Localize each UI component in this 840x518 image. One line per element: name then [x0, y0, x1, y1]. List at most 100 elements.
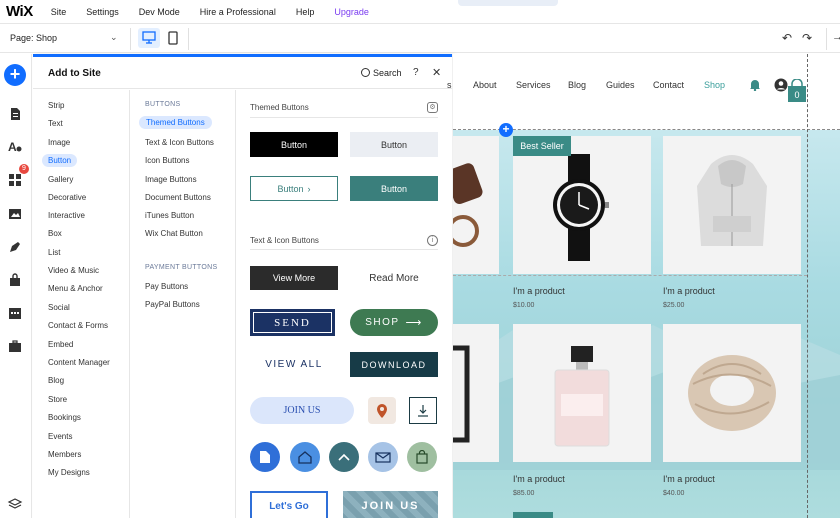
nav-about[interactable]: About — [473, 80, 497, 90]
product-name[interactable]: I'm a product — [513, 286, 565, 296]
add-section-button[interactable]: + — [499, 123, 513, 137]
nav-contact[interactable]: Contact — [653, 80, 684, 90]
menu-upgrade[interactable]: Upgrade — [334, 7, 369, 17]
arrow-right-icon[interactable]: → — [832, 31, 840, 43]
themed-button-black[interactable]: Button — [250, 132, 338, 157]
home-round-button[interactable] — [290, 442, 320, 472]
panel-search-button[interactable]: Search — [361, 67, 402, 78]
wix-logo[interactable]: WiX — [6, 3, 33, 20]
lets-go-button[interactable]: Let's Go — [250, 491, 328, 518]
pages-icon[interactable] — [7, 106, 23, 122]
category-image[interactable]: Image — [48, 138, 70, 147]
themed-button-teal[interactable]: Button — [350, 176, 438, 201]
subcategory-icon-buttons[interactable]: Icon Buttons — [145, 156, 189, 165]
shop-button[interactable]: SHOP ⟶ — [350, 309, 438, 336]
redo-icon[interactable]: ↷ — [802, 31, 812, 45]
product-name[interactable]: I'm a product — [663, 474, 715, 484]
product-name[interactable]: I'm a product — [663, 286, 715, 296]
menu-hire-professional[interactable]: Hire a Professional — [200, 7, 276, 17]
subcategory-document-buttons[interactable]: Document Buttons — [145, 193, 211, 202]
product-card-watch[interactable] — [513, 136, 651, 274]
category-list[interactable]: List — [48, 248, 60, 257]
category-embed[interactable]: Embed — [48, 340, 73, 349]
category-events[interactable]: Events — [48, 432, 72, 441]
info-icon[interactable]: i — [427, 235, 438, 246]
add-elements-button[interactable]: + — [4, 64, 26, 86]
bell-icon[interactable] — [749, 78, 761, 93]
subcategory-themed-buttons[interactable]: Themed Buttons — [139, 116, 212, 129]
account-avatar-icon[interactable] — [774, 78, 788, 94]
menu-dev-mode[interactable]: Dev Mode — [139, 7, 180, 17]
menu-settings[interactable]: Settings — [86, 7, 119, 17]
category-text[interactable]: Text — [48, 119, 63, 128]
product-card-perfume[interactable] — [513, 324, 651, 462]
send-button[interactable]: SEND — [250, 309, 335, 336]
category-bookings[interactable]: Bookings — [48, 413, 81, 422]
category-store[interactable]: Store — [48, 395, 67, 404]
product-card-hoodie[interactable] — [663, 136, 801, 274]
nav-guides[interactable]: Guides — [606, 80, 635, 90]
apps-icon[interactable] — [7, 172, 23, 188]
media-icon[interactable] — [7, 206, 23, 222]
menu-site[interactable]: Site — [51, 7, 67, 17]
menu-help[interactable]: Help — [296, 7, 315, 17]
page-selector[interactable]: Page: Shop ⌄ — [10, 32, 118, 43]
product-card-partial-1[interactable] — [445, 136, 499, 274]
product-name[interactable]: I'm a product — [513, 474, 565, 484]
read-more-button[interactable]: Read More — [350, 266, 438, 290]
download-button[interactable]: DOWNLOAD — [350, 352, 438, 377]
close-icon[interactable]: ✕ — [432, 66, 441, 79]
nav-services[interactable]: Services — [516, 80, 551, 90]
category-social[interactable]: Social — [48, 303, 70, 312]
bag-round-button[interactable] — [407, 442, 437, 472]
category-blog[interactable]: Blog — [48, 376, 64, 385]
product-price: $10.00 — [513, 302, 535, 309]
nav-shop[interactable]: Shop — [704, 80, 725, 90]
blog-pen-icon[interactable] — [7, 239, 23, 255]
subcategory-itunes-button[interactable]: iTunes Button — [145, 211, 194, 220]
category-content-manager[interactable]: Content Manager — [48, 358, 110, 367]
chevron-up-round-button[interactable] — [329, 442, 359, 472]
subcategory-text-icon-buttons[interactable]: Text & Icon Buttons — [145, 138, 214, 147]
download-icon-button[interactable] — [409, 397, 437, 424]
subcategory-pay-buttons[interactable]: Pay Buttons — [145, 282, 188, 291]
subcategory-wix-chat-button[interactable]: Wix Chat Button — [145, 229, 203, 238]
category-box[interactable]: Box — [48, 229, 62, 238]
subcategory-image-buttons[interactable]: Image Buttons — [145, 175, 197, 184]
undo-icon[interactable]: ↶ — [782, 31, 792, 45]
category-strip[interactable]: Strip — [48, 101, 64, 110]
nav-blog[interactable]: Blog — [568, 80, 586, 90]
category-contact-forms[interactable]: Contact & Forms — [48, 321, 108, 330]
document-round-button[interactable] — [250, 442, 280, 472]
help-icon[interactable]: ? — [413, 67, 419, 78]
cart-button[interactable]: 0 — [787, 78, 807, 103]
best-seller-badge: Best Seller — [513, 136, 571, 156]
themed-button-outline-arrow[interactable]: Button › — [250, 176, 338, 201]
bookings-calendar-icon[interactable] — [7, 305, 23, 321]
subcategory-paypal-buttons[interactable]: PayPal Buttons — [145, 300, 200, 309]
mail-round-button[interactable] — [368, 442, 398, 472]
theme-settings-icon[interactable]: ⚙ — [427, 102, 438, 113]
view-all-button[interactable]: VIEW ALL — [250, 352, 338, 377]
mobile-view-button[interactable] — [166, 28, 180, 48]
join-us-image-button[interactable]: JOIN US — [343, 491, 438, 518]
location-pin-button[interactable] — [368, 397, 396, 424]
category-gallery[interactable]: Gallery — [48, 175, 73, 184]
design-icon[interactable]: A — [7, 138, 23, 154]
category-video-music[interactable]: Video & Music — [48, 266, 99, 275]
store-bag-icon[interactable] — [7, 272, 23, 288]
category-my-designs[interactable]: My Designs — [48, 468, 90, 477]
join-us-pill-button[interactable]: JOIN US — [250, 397, 354, 424]
category-menu-anchor[interactable]: Menu & Anchor — [48, 284, 103, 293]
layers-icon[interactable] — [7, 496, 23, 512]
category-members[interactable]: Members — [48, 450, 81, 459]
business-briefcase-icon[interactable] — [7, 338, 23, 354]
category-button[interactable]: Button — [42, 154, 78, 167]
desktop-view-button[interactable] — [138, 28, 160, 48]
themed-button-light[interactable]: Button — [350, 132, 438, 157]
category-decorative[interactable]: Decorative — [48, 193, 86, 202]
product-card-partial-2[interactable] — [440, 324, 499, 462]
product-card-scarf[interactable] — [663, 324, 801, 462]
category-interactive[interactable]: Interactive — [48, 211, 85, 220]
view-more-button[interactable]: View More — [250, 266, 338, 290]
